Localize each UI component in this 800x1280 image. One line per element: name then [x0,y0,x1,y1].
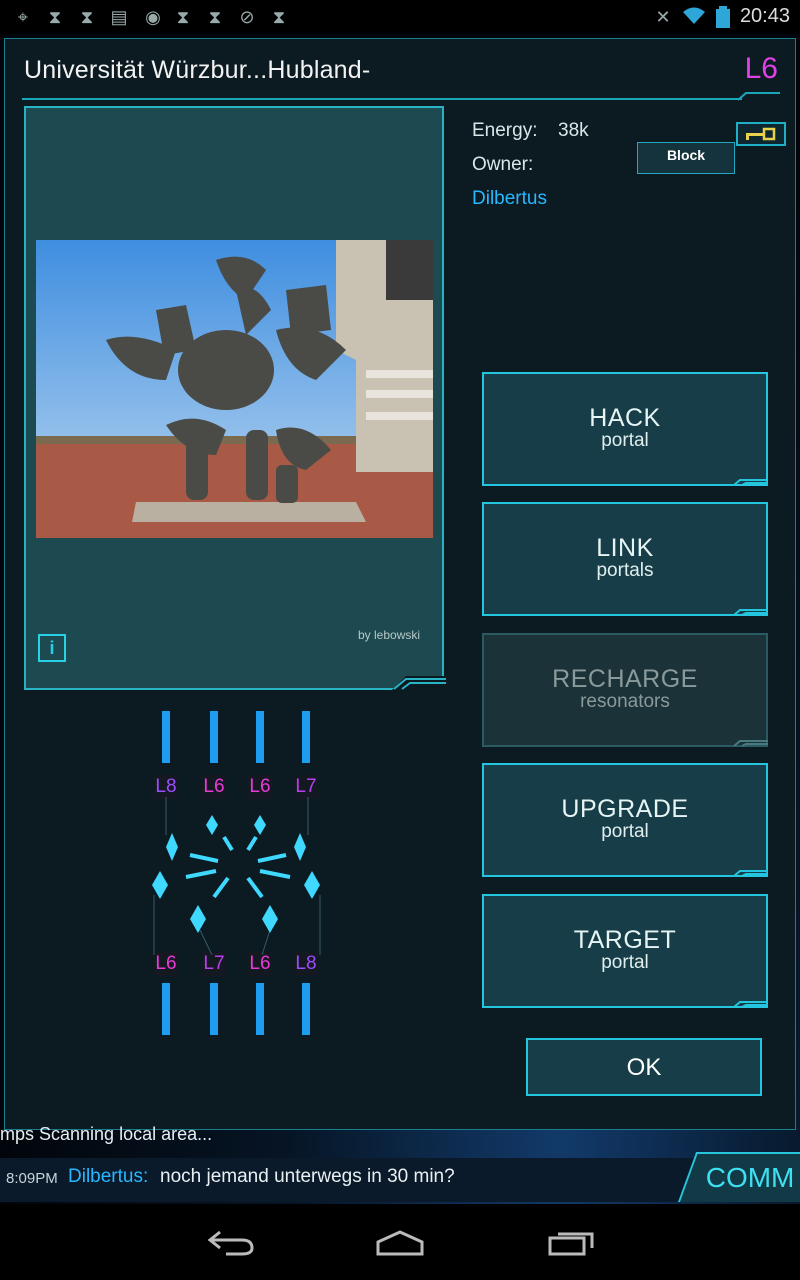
top-resonator-level: L6 [249,776,270,797]
hourglass-icon: ⧗ [80,7,94,27]
back-icon[interactable] [206,1230,254,1256]
target-button-sublabel: portal [601,952,649,973]
portal-photo[interactable] [36,240,433,538]
comm-time: 8:09PM [6,1170,58,1187]
title-divider [22,98,742,100]
home-icon[interactable] [376,1230,424,1256]
battery-icon [712,6,734,28]
ok-button[interactable]: OK [526,1038,762,1096]
button-corner-deco [734,609,768,616]
upgrade-button-sublabel: portal [601,821,649,842]
block-button[interactable]: Block [637,142,735,174]
energy-value: 38k [558,120,589,141]
owner-name[interactable]: Dilbertus [472,188,547,210]
comm-button-label: COMM [705,1162,795,1193]
recharge-button[interactable]: RECHARGE resonators [482,633,768,747]
hack-button[interactable]: HACK portal [482,372,768,486]
top-resonator-bar [302,711,310,763]
button-corner-deco [734,1001,768,1008]
target-button[interactable]: TARGET portal [482,894,768,1008]
navigation-bar [0,1204,800,1280]
comm-button[interactable]: COMM [678,1152,800,1202]
recharge-button-sublabel: resonators [580,691,670,712]
resonator-lines [153,797,321,956]
ingress-icon: ◉ [145,7,161,27]
wifi-icon [682,6,705,28]
top-resonator-bar [256,711,264,763]
portal-title: Universität Würzbur...Hubland- [24,56,371,84]
frame-corner-deco [392,676,446,690]
scan-status: mps Scanning local area... [0,1124,213,1144]
status-bar: ⌖ ⧗ ⧗ ▤ ◉ ⧗ ⧗ ⊘ ⧗ ✕ 20:43 [0,0,800,34]
bottom-resonator-level: L6 [155,953,176,974]
key-icon [746,127,776,141]
mute-icon: ⊘ [239,7,255,27]
key-button[interactable] [736,122,786,146]
top-resonator-level: L8 [155,776,176,797]
hourglass-icon: ⧗ [176,7,190,27]
link-button-sublabel: portals [596,560,654,581]
recharge-button-label: RECHARGE [552,665,698,693]
info-button[interactable]: i [38,634,66,662]
top-resonator-level: L6 [203,776,224,797]
button-corner-deco [734,870,768,877]
muted-icon: ✕ [655,7,671,27]
bottom-resonator-level: L6 [249,953,270,974]
bottom-resonator-bar [162,983,170,1035]
gps-icon: ⌖ [17,7,29,27]
hourglass-icon: ⧗ [272,7,286,27]
link-button[interactable]: LINK portals [482,502,768,616]
top-resonator-bar [162,711,170,763]
title-divider-corner [738,92,780,101]
portal-level: L6 [744,52,778,85]
bottom-resonator-bar [210,983,218,1035]
comm-message: noch jemand unterwegs in 30 min? [160,1166,455,1187]
energy-label: Energy: [472,120,538,141]
target-button-label: TARGET [573,926,677,954]
clock: 20:43 [739,5,790,27]
bottom-resonator-level: L8 [295,953,316,974]
resonator-diagram: L8 L6 L6 L7 L6 L7 L6 L8 [152,711,321,1035]
comm-user[interactable]: Dilbertus: [68,1166,148,1188]
button-corner-deco [734,479,768,486]
bottom-resonator-level: L7 [203,953,224,974]
bottom-resonator-bar [302,983,310,1035]
link-button-label: LINK [596,534,654,562]
hack-button-label: HACK [589,404,661,432]
hourglass-icon: ⧗ [208,7,222,27]
photo-credit: by lebowski [358,628,421,642]
resonator-crystals [152,815,320,933]
portal-core [185,835,291,899]
top-resonator-level: L7 [295,776,316,797]
owner-label: Owner: [472,154,534,175]
upgrade-button[interactable]: UPGRADE portal [482,763,768,877]
hourglass-icon: ⧗ [48,7,62,27]
button-corner-deco [734,740,768,747]
upgrade-button-label: UPGRADE [561,795,689,823]
chat-icon: ▤ [110,7,128,27]
hack-button-sublabel: portal [601,430,649,451]
bottom-resonator-bar [256,983,264,1035]
top-resonator-bar [210,711,218,763]
recent-apps-icon[interactable] [548,1230,596,1256]
